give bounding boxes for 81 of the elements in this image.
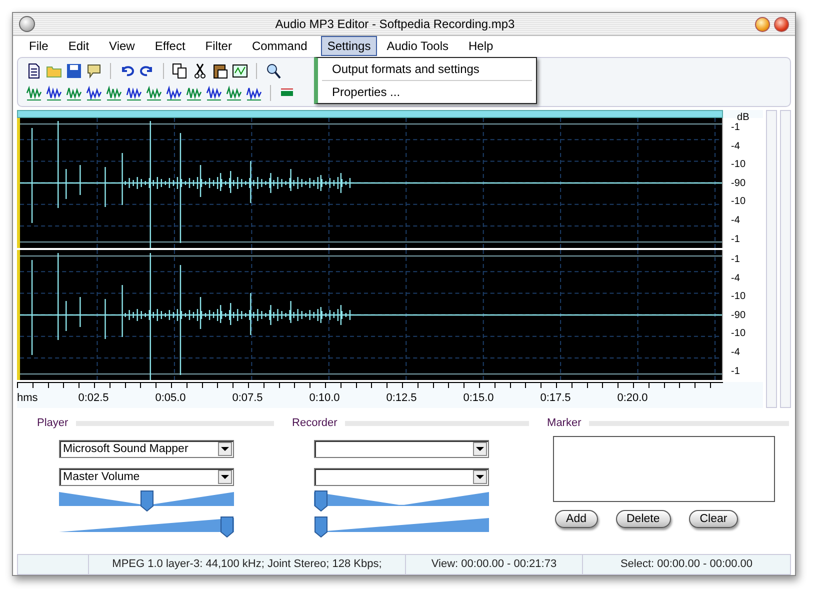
db-scale-label: -10 [731, 196, 746, 208]
clipboard-icon[interactable] [212, 63, 228, 80]
slider[interactable] [314, 490, 490, 512]
effect-icon[interactable] [246, 85, 262, 102]
menu-item[interactable]: Help [462, 36, 500, 56]
menu-item[interactable]: Effect [148, 36, 192, 56]
marker-button[interactable]: Clear [688, 510, 738, 528]
dropdown-field[interactable]: Microsoft Sound Mapper [59, 440, 234, 458]
menu-item[interactable]: View [103, 36, 141, 56]
panel-title: Recorder [291, 417, 338, 430]
effect-icon[interactable] [166, 85, 182, 102]
slider[interactable] [59, 516, 234, 538]
db-scale-label: -1 [731, 122, 741, 134]
slider[interactable] [314, 516, 490, 538]
effect-icon[interactable] [146, 85, 162, 102]
status-text: View: 00:00.00 - 00:21:73 [406, 554, 583, 574]
db-scale-label: -90 [731, 178, 746, 189]
db-scale-label: -4 [731, 140, 741, 152]
db-scale-label: -90 [731, 310, 746, 321]
slider-thumb[interactable] [140, 490, 154, 512]
time-label: 0:12.5 [385, 392, 418, 406]
slider-thumb[interactable] [220, 516, 234, 538]
menu-item[interactable]: File [23, 36, 54, 56]
marker-button[interactable]: Add [555, 510, 598, 528]
effect-icon[interactable] [46, 85, 62, 102]
scissors-icon[interactable] [192, 63, 208, 80]
menu-item[interactable]: Settings [321, 36, 377, 56]
menu-item[interactable]: Audio Tools [380, 36, 455, 56]
effect-icon[interactable] [126, 85, 142, 102]
time-label: 0:20.0 [616, 392, 649, 406]
effect-icon[interactable] [186, 85, 202, 102]
db-scale-label: -4 [731, 272, 741, 284]
slider[interactable] [59, 490, 234, 512]
time-label: 0:17.5 [539, 392, 572, 406]
slider-thumb[interactable] [314, 516, 328, 538]
time-label: 0:10.0 [308, 392, 341, 406]
marker-list[interactable] [553, 436, 776, 502]
document-icon[interactable] [26, 63, 42, 80]
dropdown-field[interactable]: Master Volume [59, 468, 234, 486]
speech-icon[interactable] [86, 63, 102, 80]
db-scale-label: -10 [731, 291, 746, 302]
dropdown-item[interactable]: Properties ... [318, 81, 536, 103]
close-button[interactable] [774, 16, 789, 32]
effect-icon[interactable] [66, 85, 82, 102]
menu-item[interactable]: Command [246, 36, 314, 56]
panel-title: Marker [546, 417, 582, 430]
window-title: Audio MP3 Editor - Softpedia Recording.mp3 [274, 17, 516, 32]
status-text: Select: 00:00.00 - 00:00.00 [619, 557, 754, 572]
dropdown-item[interactable]: Output formats and settings [318, 58, 536, 80]
db-scale-label: -4 [731, 214, 741, 226]
db-scale-label: -1 [731, 234, 741, 245]
menu-item[interactable]: Edit [62, 36, 96, 56]
minimize-button[interactable] [755, 16, 770, 32]
chart-icon[interactable] [232, 63, 248, 80]
db-scale-label: -10 [731, 159, 746, 170]
dropdown-field[interactable] [314, 440, 490, 458]
copy-icon[interactable] [172, 63, 188, 80]
dropdown-field[interactable] [314, 468, 490, 486]
magnifier-icon[interactable] [265, 63, 281, 80]
effect-icon[interactable] [86, 85, 102, 102]
time-label: 0:02.5 [77, 392, 110, 406]
effect-icon[interactable] [26, 85, 42, 102]
db-scale-label: -10 [731, 328, 746, 340]
marker-button[interactable]: Delete [616, 510, 671, 528]
menu-item[interactable]: Filter [199, 36, 238, 56]
time-label: 0:07.5 [231, 392, 264, 406]
db-scale-label: -1 [731, 254, 741, 266]
time-label: 0:05.0 [154, 392, 187, 406]
slider-thumb[interactable] [314, 490, 328, 512]
db-scale-label: -4 [731, 346, 741, 358]
time-unit-label: hms [17, 392, 39, 406]
effect-icon[interactable] [206, 85, 222, 102]
db-unit-label: dB [737, 112, 750, 124]
db-scale-label: -1 [731, 366, 741, 377]
effect-icon[interactable] [106, 85, 122, 102]
effect-icon[interactable] [226, 85, 242, 102]
overview-bar[interactable] [17, 110, 723, 118]
panel-title: Player [36, 417, 68, 430]
window-menu-icon[interactable] [19, 16, 35, 32]
status-text: MPEG 1.0 layer-3: 44,100 kHz; Joint Stereo; 128 Kbps; [89, 554, 406, 574]
time-label: 0:15.0 [462, 392, 495, 406]
